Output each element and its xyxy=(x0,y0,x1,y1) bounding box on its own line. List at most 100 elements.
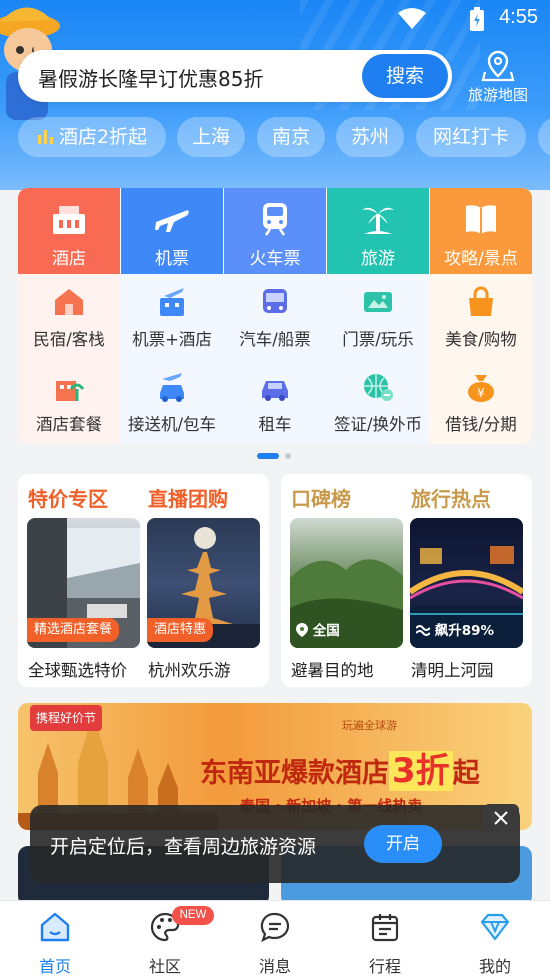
banner-headline: 东南亚爆款酒店3折起 xyxy=(200,743,480,792)
close-icon xyxy=(494,811,508,825)
service-label: 酒店套餐 xyxy=(36,415,102,434)
deal-thumb-hotel-package[interactable]: 精选酒店套餐 xyxy=(27,518,140,648)
tag-hotel-discount[interactable]: 酒店2折起 xyxy=(18,117,166,157)
location-permission-toast: 开启定位后，查看周边旅游资源 开启 xyxy=(30,805,520,883)
ranking-thumb-summer[interactable]: 全国 xyxy=(290,518,403,648)
search-input[interactable]: 暑假游长隆早订优惠85折 xyxy=(38,63,263,92)
travel-map-label: 旅游地图 xyxy=(467,86,528,104)
clock: 4:55 xyxy=(499,6,538,28)
tag-influencer-spots[interactable]: 网红打卡 xyxy=(416,117,526,157)
service-food-shopping[interactable]: 美食/购物 xyxy=(430,274,532,359)
service-label: 借钱/分期 xyxy=(445,415,517,434)
shopping-bag-icon xyxy=(469,286,493,316)
section-title-reputation-ranking[interactable]: 口碑榜 xyxy=(291,483,351,512)
page-dot-active xyxy=(257,453,279,459)
hotspot-thumb-qingming[interactable]: 飙升89% xyxy=(410,518,523,648)
header: 4:55 暑假游长隆早订优惠85折 搜索 旅游地图 酒店2折起 上海 南京 苏州… xyxy=(0,0,550,190)
enable-location-button[interactable]: 开启 xyxy=(364,825,442,863)
service-label: 汽车/船票 xyxy=(239,330,311,349)
sub-services-row-2: 酒店套餐 接送机/包车 租车 签证/换外币 ¥ 借钱/分期 xyxy=(18,359,532,444)
sub-services-row-1: 民宿/客栈 机票+酒店 汽车/船票 门票/玩乐 美食/购物 xyxy=(18,274,532,359)
banner-logo-text: 玩遍全球游 xyxy=(342,719,397,732)
service-guide[interactable]: 攻略/景点 xyxy=(430,188,532,274)
tab-home[interactable]: 首页 xyxy=(0,901,110,977)
service-car-rental[interactable]: 租车 xyxy=(224,359,326,444)
service-tickets[interactable]: 门票/玩乐 xyxy=(327,274,429,359)
service-tour[interactable]: 旅游 xyxy=(327,188,429,274)
deal-badge: 精选酒店套餐 xyxy=(27,618,120,642)
section-title-travel-hotspots[interactable]: 旅行热点 xyxy=(411,483,491,512)
tag-nanjing[interactable]: 南京 xyxy=(257,117,325,157)
service-train[interactable]: 火车票 xyxy=(224,188,326,274)
tag-more[interactable] xyxy=(538,117,550,157)
plane-hotel-icon xyxy=(160,288,184,316)
ticket-icon xyxy=(364,292,392,312)
service-label: 民宿/客栈 xyxy=(33,330,105,349)
tag-shanghai[interactable]: 上海 xyxy=(177,117,245,157)
service-hotel-package[interactable]: 酒店套餐 xyxy=(18,359,120,444)
primary-services-row: 酒店 机票 火车票 旅游 攻略/景点 xyxy=(18,188,532,274)
visa-icon xyxy=(364,374,393,401)
tag-suzhou[interactable]: 苏州 xyxy=(336,117,404,157)
service-flight-hotel[interactable]: 机票+酒店 xyxy=(121,274,223,359)
tab-label: 社区 xyxy=(148,957,181,976)
svg-text:¥: ¥ xyxy=(477,386,485,400)
page-dot xyxy=(285,453,291,459)
calendar-icon xyxy=(371,914,399,942)
tab-me[interactable]: 我的 xyxy=(440,901,550,977)
train-icon xyxy=(263,203,287,236)
banner-tag-text: 携程好价节 xyxy=(36,711,97,725)
airport-transfer-icon xyxy=(160,373,184,402)
service-label: 门票/玩乐 xyxy=(342,330,414,349)
deal-badge: 酒店特惠 xyxy=(147,618,214,642)
location-pin-icon xyxy=(296,623,308,637)
plane-icon xyxy=(155,210,189,232)
service-visa-currency[interactable]: 签证/换外币 xyxy=(327,359,429,444)
service-label: 签证/换外币 xyxy=(333,415,423,434)
money-bag-icon: ¥ xyxy=(468,375,494,402)
banner-headline-suffix: 起 xyxy=(452,758,480,789)
hotspot-badge: 飙升89% xyxy=(415,620,495,642)
service-label: 接送机/包车 xyxy=(127,415,217,434)
tab-label: 行程 xyxy=(368,957,401,976)
hotel-icon xyxy=(53,206,85,234)
service-label: 租车 xyxy=(258,415,292,434)
palm-icon xyxy=(362,207,394,234)
toast-message: 开启定位后，查看周边旅游资源 xyxy=(50,836,317,858)
search-bar[interactable]: 暑假游长隆早订优惠85折 搜索 xyxy=(18,50,452,102)
service-airport-transfer[interactable]: 接送机/包车 xyxy=(121,359,223,444)
tag-label: 酒店2折起 xyxy=(58,126,148,148)
home-icon xyxy=(40,912,70,942)
section-title-special-deals[interactable]: 特价专区 xyxy=(28,483,108,512)
car-icon xyxy=(262,381,288,401)
status-bar: 4:55 xyxy=(0,0,550,38)
service-loan[interactable]: ¥ 借钱/分期 xyxy=(430,359,532,444)
ranking-badge-label: 全国 xyxy=(312,623,340,639)
service-bus-ship[interactable]: 汽车/船票 xyxy=(224,274,326,359)
new-badge: NEW xyxy=(172,906,214,925)
tab-messages[interactable]: 消息 xyxy=(220,901,330,977)
service-homestay[interactable]: 民宿/客栈 xyxy=(18,274,120,359)
hotspot-badge-label: 飙升89% xyxy=(434,623,495,639)
banner-headline-number: 3折 xyxy=(389,751,453,791)
deal-caption: 杭州欢乐游 xyxy=(148,661,231,680)
service-label: 美食/购物 xyxy=(445,330,517,349)
service-flight[interactable]: 机票 xyxy=(121,188,223,274)
toast-close-button[interactable] xyxy=(483,804,519,832)
wifi-icon xyxy=(398,8,426,29)
map-pin-icon xyxy=(481,50,515,82)
hotspot-caption: 清明上河园 xyxy=(411,661,494,680)
search-button[interactable]: 搜索 xyxy=(362,54,448,98)
service-grid: 酒店 机票 火车票 旅游 攻略/景点 民宿/客栈 机票+酒店 汽车/船票 门票/… xyxy=(18,188,532,444)
tab-itinerary[interactable]: 行程 xyxy=(330,901,440,977)
tab-label: 我的 xyxy=(478,957,511,976)
travel-map-button[interactable]: 旅游地图 xyxy=(462,50,534,106)
deal-caption: 全球甄选特价 xyxy=(28,661,127,680)
tab-label: 消息 xyxy=(258,957,291,976)
service-hotel[interactable]: 酒店 xyxy=(18,188,120,274)
section-title-live-group-buy[interactable]: 直播团购 xyxy=(148,483,228,512)
house-icon xyxy=(55,289,83,315)
deal-thumb-hangzhou[interactable]: 酒店特惠 xyxy=(147,518,260,648)
ranking-caption: 避暑目的地 xyxy=(291,661,374,680)
banner-tag: 携程好价节 xyxy=(30,705,103,731)
